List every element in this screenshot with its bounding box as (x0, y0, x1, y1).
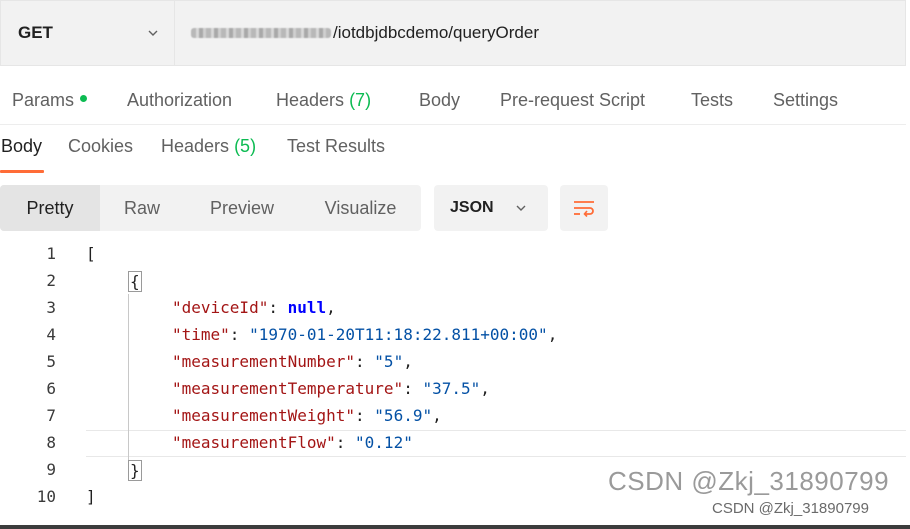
view-raw-button[interactable]: Raw (100, 185, 184, 231)
code-text: ] (86, 487, 96, 506)
tab-params[interactable]: Params (12, 89, 88, 111)
format-select[interactable]: JSON (434, 185, 548, 231)
response-tab-body[interactable]: Body (1, 136, 42, 157)
code-line: 5 "measurementNumber": "5", (0, 348, 906, 375)
json-value: "56.9" (374, 406, 433, 425)
wrap-lines-button[interactable] (560, 185, 608, 231)
method-label: GET (18, 23, 53, 42)
json-trail: , (403, 352, 413, 371)
json-trail: , (326, 298, 336, 317)
params-indicator-dot (80, 95, 88, 103)
view-mode-group: Pretty Raw Preview Visualize (0, 185, 421, 231)
code-text: [ (86, 244, 96, 263)
active-tab-underline (0, 170, 44, 173)
request-tabs: Params Authorization Headers (7) Body Pr… (0, 80, 906, 120)
line-number: 1 (46, 244, 56, 263)
view-pretty-button[interactable]: Pretty (0, 185, 100, 231)
tab-authorization[interactable]: Authorization (127, 90, 232, 111)
chevron-down-icon (516, 205, 526, 211)
redacted-host (191, 28, 331, 38)
json-trail: , (432, 406, 442, 425)
json-value: "5" (374, 352, 404, 371)
watermark-large: CSDN @Zkj_31890799 (608, 466, 890, 496)
json-value: "0.12" (355, 433, 413, 452)
line-number: 7 (46, 406, 56, 425)
line-number: 8 (46, 433, 56, 452)
json-key: "measurementWeight" (172, 406, 356, 425)
json-key: "measurementTemperature" (172, 379, 404, 398)
response-tab-test-results[interactable]: Test Results (287, 136, 385, 157)
wrap-lines-icon (574, 201, 594, 217)
watermark-small: CSDN @Zkj_31890799 (712, 500, 869, 517)
url-input[interactable]: /iotdbjdbcdemo/queryOrder (175, 1, 905, 65)
response-tab-cookies[interactable]: Cookies (68, 136, 133, 157)
json-trail: , (547, 325, 558, 344)
line-number: 4 (46, 325, 56, 344)
response-tab-headers[interactable]: Headers (5) (161, 136, 256, 157)
bottom-strip (0, 525, 910, 529)
code-line: 3 "deviceId": null, (0, 294, 906, 321)
code-line: 2 { (0, 267, 906, 294)
tab-headers-count: (7) (349, 89, 372, 110)
line-number: 2 (46, 271, 56, 290)
divider (0, 124, 906, 125)
code-line: 1 [ (0, 240, 906, 267)
tab-tests[interactable]: Tests (691, 90, 733, 111)
request-bar: GET /iotdbjdbcdemo/queryOrder (0, 0, 906, 66)
response-tab-headers-label: Headers (161, 136, 230, 156)
line-number: 10 (36, 487, 56, 506)
tab-params-label: Params (12, 89, 75, 110)
url-path: /iotdbjdbcdemo/queryOrder (333, 23, 540, 42)
line-number: 5 (46, 352, 56, 371)
tab-body[interactable]: Body (419, 90, 460, 111)
tab-headers[interactable]: Headers (7) (276, 90, 371, 111)
line-number: 3 (46, 298, 56, 317)
json-key: "time" (172, 325, 230, 344)
line-number: 6 (46, 379, 56, 398)
tab-settings[interactable]: Settings (773, 90, 838, 111)
tab-pre-request-script[interactable]: Pre-request Script (500, 90, 645, 111)
code-text: { (128, 271, 142, 292)
code-text: } (128, 460, 142, 481)
view-preview-button[interactable]: Preview (184, 185, 300, 231)
json-trail: , (480, 379, 490, 398)
code-line: 8 "measurementFlow": "0.12" (0, 429, 906, 456)
code-line: 6 "measurementTemperature": "37.5", (0, 375, 906, 402)
json-key: "measurementFlow" (172, 433, 336, 452)
json-value: "1970-01-20T11:18:22.811+00:00" (249, 325, 548, 344)
json-value: "37.5" (422, 379, 481, 398)
json-key: "measurementNumber" (172, 352, 356, 371)
chevron-down-icon (148, 30, 158, 36)
code-line: 7 "measurementWeight": "56.9", (0, 402, 906, 429)
format-label: JSON (450, 199, 494, 216)
view-visualize-button[interactable]: Visualize (300, 185, 421, 231)
line-number: 9 (46, 460, 56, 479)
method-select[interactable]: GET (1, 1, 175, 65)
json-value: null (287, 298, 327, 317)
tab-headers-label: Headers (276, 89, 345, 110)
response-tab-headers-count: (5) (234, 136, 257, 156)
json-key: "deviceId" (172, 298, 269, 317)
code-line: 4 "time": "1970-01-20T11:18:22.811+00:00… (0, 321, 906, 348)
